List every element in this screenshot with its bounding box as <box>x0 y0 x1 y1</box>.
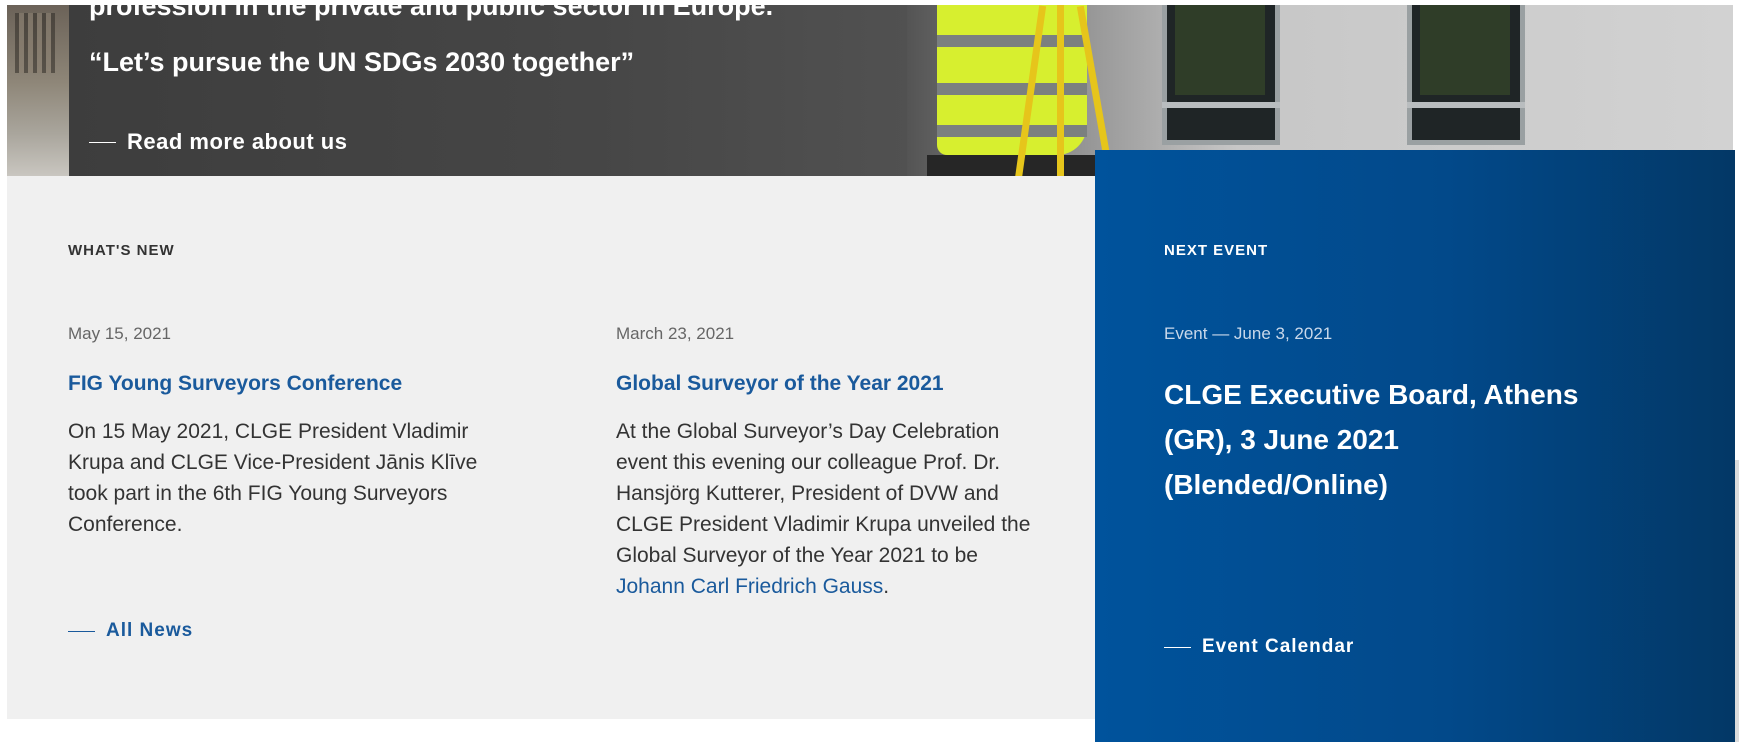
read-more-label: Read more about us <box>127 129 348 154</box>
article-excerpt-text: At the Global Surveyor’s Day Celebration… <box>616 420 1031 567</box>
article-excerpt: At the Global Surveyor’s Day Celebration… <box>616 416 1046 602</box>
hero-intro-text: profession in the private and public sec… <box>89 5 774 21</box>
article-date: May 15, 2021 <box>68 324 172 343</box>
next-event-heading: NEXT EVENT <box>1164 242 1269 259</box>
article-excerpt-end: . <box>883 575 890 598</box>
news-article: March 23, 2021 Global Surveyor of the Ye… <box>616 324 1046 602</box>
page: profession in the private and public sec… <box>0 0 1739 742</box>
read-more-about-us-link[interactable]: Read more about us <box>89 129 347 155</box>
event-calendar-label: Event Calendar <box>1202 636 1355 657</box>
event-calendar-link[interactable]: Event Calendar <box>1164 636 1354 658</box>
all-news-label: All News <box>106 620 194 641</box>
dash-icon <box>89 141 116 143</box>
dash-icon <box>68 630 95 632</box>
hero-image-left <box>7 5 69 176</box>
article-title-link[interactable]: FIG Young Surveyors Conference <box>68 372 498 396</box>
dash-icon <box>1164 646 1191 648</box>
whats-new-section: WHAT'S NEW May 15, 2021 FIG Young Survey… <box>7 176 1095 719</box>
article-title-link[interactable]: Global Surveyor of the Year 2021 <box>616 372 1046 396</box>
scrollbar-track[interactable] <box>1735 460 1739 742</box>
whats-new-heading: WHAT'S NEW <box>68 242 175 259</box>
gauss-link[interactable]: Johann Carl Friedrich Gauss <box>616 575 883 598</box>
event-title-link[interactable]: CLGE Executive Board, Athens (GR), 3 Jun… <box>1164 372 1594 507</box>
all-news-link[interactable]: All News <box>68 620 193 642</box>
event-meta: Event — June 3, 2021 <box>1164 324 1333 343</box>
article-date: March 23, 2021 <box>616 324 735 343</box>
hero-quote: “Let’s pursue the UN SDGs 2030 together” <box>89 47 635 77</box>
article-excerpt: On 15 May 2021, CLGE President Vladimir … <box>68 420 478 536</box>
next-event-panel: NEXT EVENT Event — June 3, 2021 CLGE Exe… <box>1095 150 1735 742</box>
news-article: May 15, 2021 FIG Young Surveyors Confere… <box>68 324 498 540</box>
